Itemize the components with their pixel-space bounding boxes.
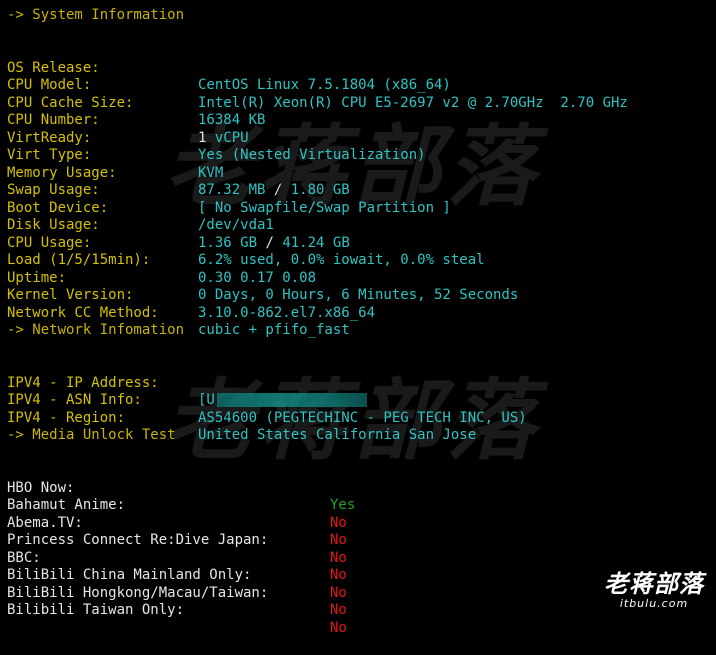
media-status: No bbox=[330, 619, 347, 636]
info-row-boot-device: Boot Device: /dev/vda1 bbox=[7, 182, 709, 234]
media-status: No bbox=[330, 602, 347, 618]
media-row-hbo-now: HBO Now: Yes bbox=[7, 462, 709, 514]
info-row-network-cc: Network CC Method: cubic + pfifo_fast bbox=[7, 287, 709, 339]
media-row-abema: Abema.TV: No bbox=[7, 497, 709, 549]
info-row-region: IPV4 - Region: United States California … bbox=[7, 392, 709, 444]
info-label: Network CC Method: bbox=[7, 304, 159, 321]
terminal-output[interactable]: -> System Information OS Release: CentOS… bbox=[7, 7, 709, 636]
info-row-disk-usage: Disk Usage: 1.36 GB / 41.24 GB bbox=[7, 200, 709, 251]
info-row-cpu-cache: CPU Cache Size: 16384 KB bbox=[7, 77, 709, 129]
info-row-load: Load (1/5/15min): 0.30 0.17 0.08 bbox=[7, 235, 709, 286]
media-row-bbc: BBC: No bbox=[7, 532, 709, 584]
site-logo-cn: 老蒋部落 bbox=[604, 570, 704, 598]
media-row-bahamut: Bahamut Anime: No bbox=[7, 480, 709, 531]
media-label: Bilibili Taiwan Only: bbox=[7, 602, 185, 618]
info-row-os-release: OS Release: CentOS Linux 7.5.1804 (x86_6… bbox=[7, 42, 709, 94]
info-row-asn: IPV4 - ASN Info: AS54600 (PEGTECHINC - P… bbox=[7, 375, 709, 426]
info-row-virtready: VirtReady: Yes (Nested Virtualization) bbox=[7, 112, 709, 164]
section-header-network: -> Network Infomation bbox=[7, 322, 185, 338]
info-row-uptime: Uptime: 0 Days, 0 Hours, 6 Minutes, 52 S… bbox=[7, 252, 709, 304]
info-row-swap-usage: Swap Usage: [ No Swapfile/Swap Partition… bbox=[7, 165, 709, 216]
info-value: 3.10.0-862.el7.x86_64 bbox=[198, 304, 376, 321]
section-header-system: -> System Information bbox=[7, 7, 185, 23]
info-row-cpu-number: CPU Number: 1 vCPU bbox=[7, 95, 709, 146]
info-row-cpu-model: CPU Model: Intel(R) Xeon(R) CPU E5-2697 … bbox=[7, 60, 709, 111]
info-row-virt-type: Virt Type: KVM bbox=[7, 130, 709, 181]
info-row-kernel-version: Kernel Version: 3.10.0-862.el7.x86_64 bbox=[7, 270, 709, 321]
section-header-media: -> Media Unlock Test bbox=[7, 427, 176, 443]
media-row-princess-connect: Princess Connect Re:Dive Japan: No bbox=[7, 515, 709, 566]
media-row-bilibili-mainland: BiliBili China Mainland Only: No bbox=[7, 550, 709, 601]
info-row-memory-usage: Memory Usage: 87.32 MB / 1.80 GB bbox=[7, 147, 709, 199]
site-logo: 老蒋部落 itbulu.com bbox=[604, 570, 704, 610]
info-row-cpu-usage: CPU Usage: 6.2% used, 0.0% iowait, 0.0% … bbox=[7, 217, 709, 269]
info-label: IPV4 - Region: bbox=[7, 409, 126, 426]
info-row-ip-address: IPV4 - IP Address: [U bbox=[7, 357, 709, 408]
site-logo-en: itbulu.com bbox=[619, 597, 689, 610]
info-value: AS54600 (PEGTECHINC - PEG TECH INC, US) bbox=[198, 409, 527, 426]
